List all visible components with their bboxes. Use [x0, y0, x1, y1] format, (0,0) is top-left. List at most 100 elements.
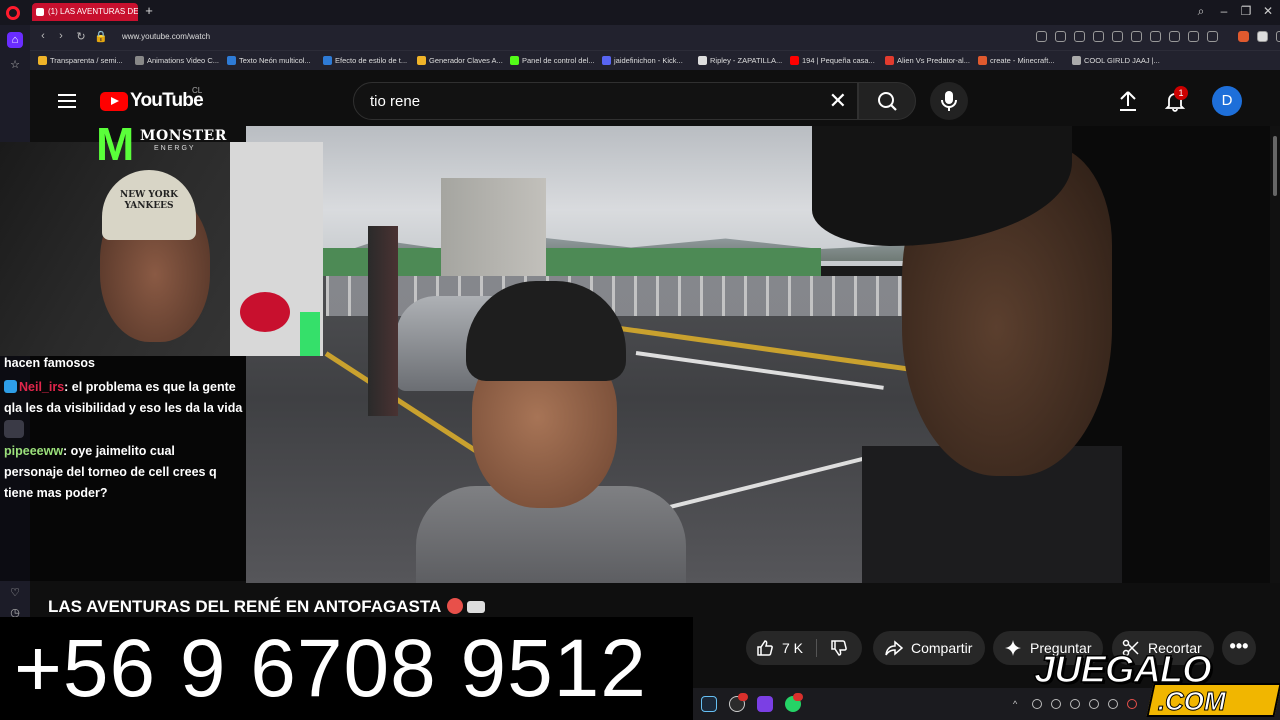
- heart-outline-icon[interactable]: [1150, 31, 1161, 42]
- like-dislike-group: 7 K: [746, 631, 862, 665]
- video-sign-post: [368, 226, 398, 416]
- search-icon: [878, 92, 897, 111]
- bookmark-icon[interactable]: [1188, 31, 1199, 42]
- share-label: Compartir: [911, 640, 973, 656]
- address-bar: ‹ › ↻ 🔒 www.youtube.com/watch: [30, 25, 1280, 50]
- bookmark-item[interactable]: create - Minecraft...: [978, 56, 1055, 65]
- extension-icon[interactable]: [1238, 31, 1249, 42]
- bookmark-item[interactable]: Ripley - ZAPATILLA...: [698, 56, 782, 65]
- bookmark-favicon-icon: [510, 56, 519, 65]
- search-tabs-icon[interactable]: ⌕: [1193, 4, 1209, 19]
- dislike-button[interactable]: [818, 631, 862, 665]
- youtube-logo-icon[interactable]: [100, 92, 128, 111]
- camera-icon[interactable]: [1074, 31, 1085, 42]
- subscriber-badge-icon: [4, 380, 17, 393]
- bookmark-item[interactable]: Panel de control del...: [510, 56, 595, 65]
- share-icon: [885, 640, 903, 656]
- close-window-button[interactable]: ✕: [1260, 4, 1276, 18]
- maximize-button[interactable]: ❐: [1238, 4, 1254, 18]
- search-button[interactable]: [858, 82, 916, 120]
- whatsapp-badge: [793, 693, 803, 701]
- steam-icon[interactable]: [701, 696, 717, 712]
- create-upload-icon[interactable]: [1117, 90, 1139, 112]
- bookmark-item[interactable]: Animations Video C...: [135, 56, 219, 65]
- voice-search-button[interactable]: [930, 82, 968, 120]
- browser-tab-bar: (1) LAS AVENTURAS DEL R + ⌕ – ❐ ✕: [0, 0, 1280, 25]
- youtube-favicon-icon: [36, 8, 44, 16]
- search-input[interactable]: tio rene ✕: [353, 82, 858, 120]
- monster-energy-logo: M MONSTER ENERGY: [96, 116, 236, 176]
- like-count: 7 K: [782, 640, 804, 656]
- chat-message: Neil_irs: el problema es que la gente: [4, 380, 236, 394]
- edit-icon[interactable]: [1055, 31, 1066, 42]
- url-field[interactable]: www.youtube.com/watch: [122, 32, 210, 41]
- bookmark-favicon-icon: [602, 56, 611, 65]
- bookmark-item[interactable]: COOL GIRLD JAAJ |...: [1072, 56, 1160, 65]
- account-avatar[interactable]: D: [1212, 86, 1242, 116]
- bookmark-favicon-icon: [978, 56, 987, 65]
- shield-icon[interactable]: [1093, 31, 1104, 42]
- download-icon[interactable]: [1169, 31, 1180, 42]
- chevron-up-icon[interactable]: ^: [1013, 699, 1023, 709]
- home-icon[interactable]: ⌂: [7, 32, 23, 48]
- scrollbar-thumb[interactable]: [1273, 136, 1277, 196]
- stream-chat-overlay: hacen famosos Neil_irs: el problema es q…: [0, 356, 246, 581]
- minimize-button[interactable]: –: [1216, 4, 1232, 18]
- share-button[interactable]: Compartir: [873, 631, 985, 665]
- chat-username: Neil_irs: [19, 380, 65, 394]
- browser-tab-active[interactable]: (1) LAS AVENTURAS DEL R: [32, 3, 138, 21]
- sparkle-icon: [1005, 640, 1021, 656]
- bookmark-item[interactable]: Generador Claves A...: [417, 56, 503, 65]
- opera-logo-icon[interactable]: [6, 6, 20, 20]
- back-icon[interactable]: ‹: [36, 30, 50, 42]
- video-tower: [441, 178, 546, 288]
- bookmark-item[interactable]: jaidefinichon - Kick...: [602, 56, 683, 65]
- bookmark-item[interactable]: Alien Vs Predator-al...: [885, 56, 970, 65]
- bookmarks-bar: Transparenta / semi... Animations Video …: [30, 50, 1280, 70]
- clear-search-icon[interactable]: ✕: [829, 89, 847, 113]
- bookmark-favicon-icon: [790, 56, 799, 65]
- app-badge: [738, 693, 748, 701]
- heart-icon[interactable]: ♡: [7, 585, 23, 601]
- chat-username: pipeeeww: [4, 444, 64, 458]
- thumbs-up-icon: [757, 640, 773, 656]
- star-icon[interactable]: ☆: [7, 57, 23, 73]
- bookmark-item[interactable]: Transparenta / semi...: [38, 56, 123, 65]
- profile-icon[interactable]: [1207, 31, 1218, 42]
- bookmark-favicon-icon: [417, 56, 426, 65]
- play-icon[interactable]: [1131, 31, 1142, 42]
- monster-brand-sub: ENERGY: [154, 145, 196, 152]
- bookmark-item[interactable]: Efecto de estilo de t...: [323, 56, 407, 65]
- extensions-puzzle-icon[interactable]: [1276, 31, 1280, 42]
- zoom-icon[interactable]: [1036, 31, 1047, 42]
- reload-icon[interactable]: ↻: [74, 30, 88, 43]
- bookmark-favicon-icon: [885, 56, 894, 65]
- bookmark-item[interactable]: Texto Neón multicol...: [227, 56, 311, 65]
- video-player[interactable]: [246, 126, 1270, 583]
- menu-icon[interactable]: [58, 94, 76, 108]
- bookmark-favicon-icon: [227, 56, 236, 65]
- bookmark-favicon-icon: [1072, 56, 1081, 65]
- chat-message-cont: qla les da visibilidad y eso les da la v…: [4, 401, 243, 415]
- bookmark-item[interactable]: 194 | Pequeña casa...: [790, 56, 875, 65]
- juegalo-com-text: .COM: [1157, 686, 1226, 717]
- chat-message-cont: tiene mas poder?: [4, 486, 108, 500]
- bookmark-favicon-icon: [323, 56, 332, 65]
- page-scrollbar[interactable]: [1270, 126, 1280, 583]
- extension-icon-2[interactable]: [1257, 31, 1268, 42]
- cube-icon[interactable]: [1112, 31, 1123, 42]
- app-icon-purple[interactable]: [757, 696, 773, 712]
- bookmark-favicon-icon: [135, 56, 144, 65]
- streamer-cap: NEW YORK YANKEES: [102, 170, 196, 240]
- forward-icon[interactable]: ›: [54, 30, 68, 42]
- taxi-emoji-icon: [467, 601, 486, 613]
- video-person-left: [416, 281, 686, 583]
- new-tab-button[interactable]: +: [142, 4, 156, 18]
- cap-text-2: YANKEES: [124, 201, 174, 211]
- phone-number: +56 9 6708 9512: [14, 623, 647, 714]
- video-title: LAS AVENTURAS DEL RENÉ EN ANTOFAGASTA: [48, 597, 486, 617]
- notification-badge: 1: [1174, 86, 1188, 100]
- like-button[interactable]: 7 K: [746, 631, 814, 665]
- microphone-icon: [941, 91, 957, 111]
- chat-message: pipeeeww: oye jaimelito cual: [4, 444, 175, 458]
